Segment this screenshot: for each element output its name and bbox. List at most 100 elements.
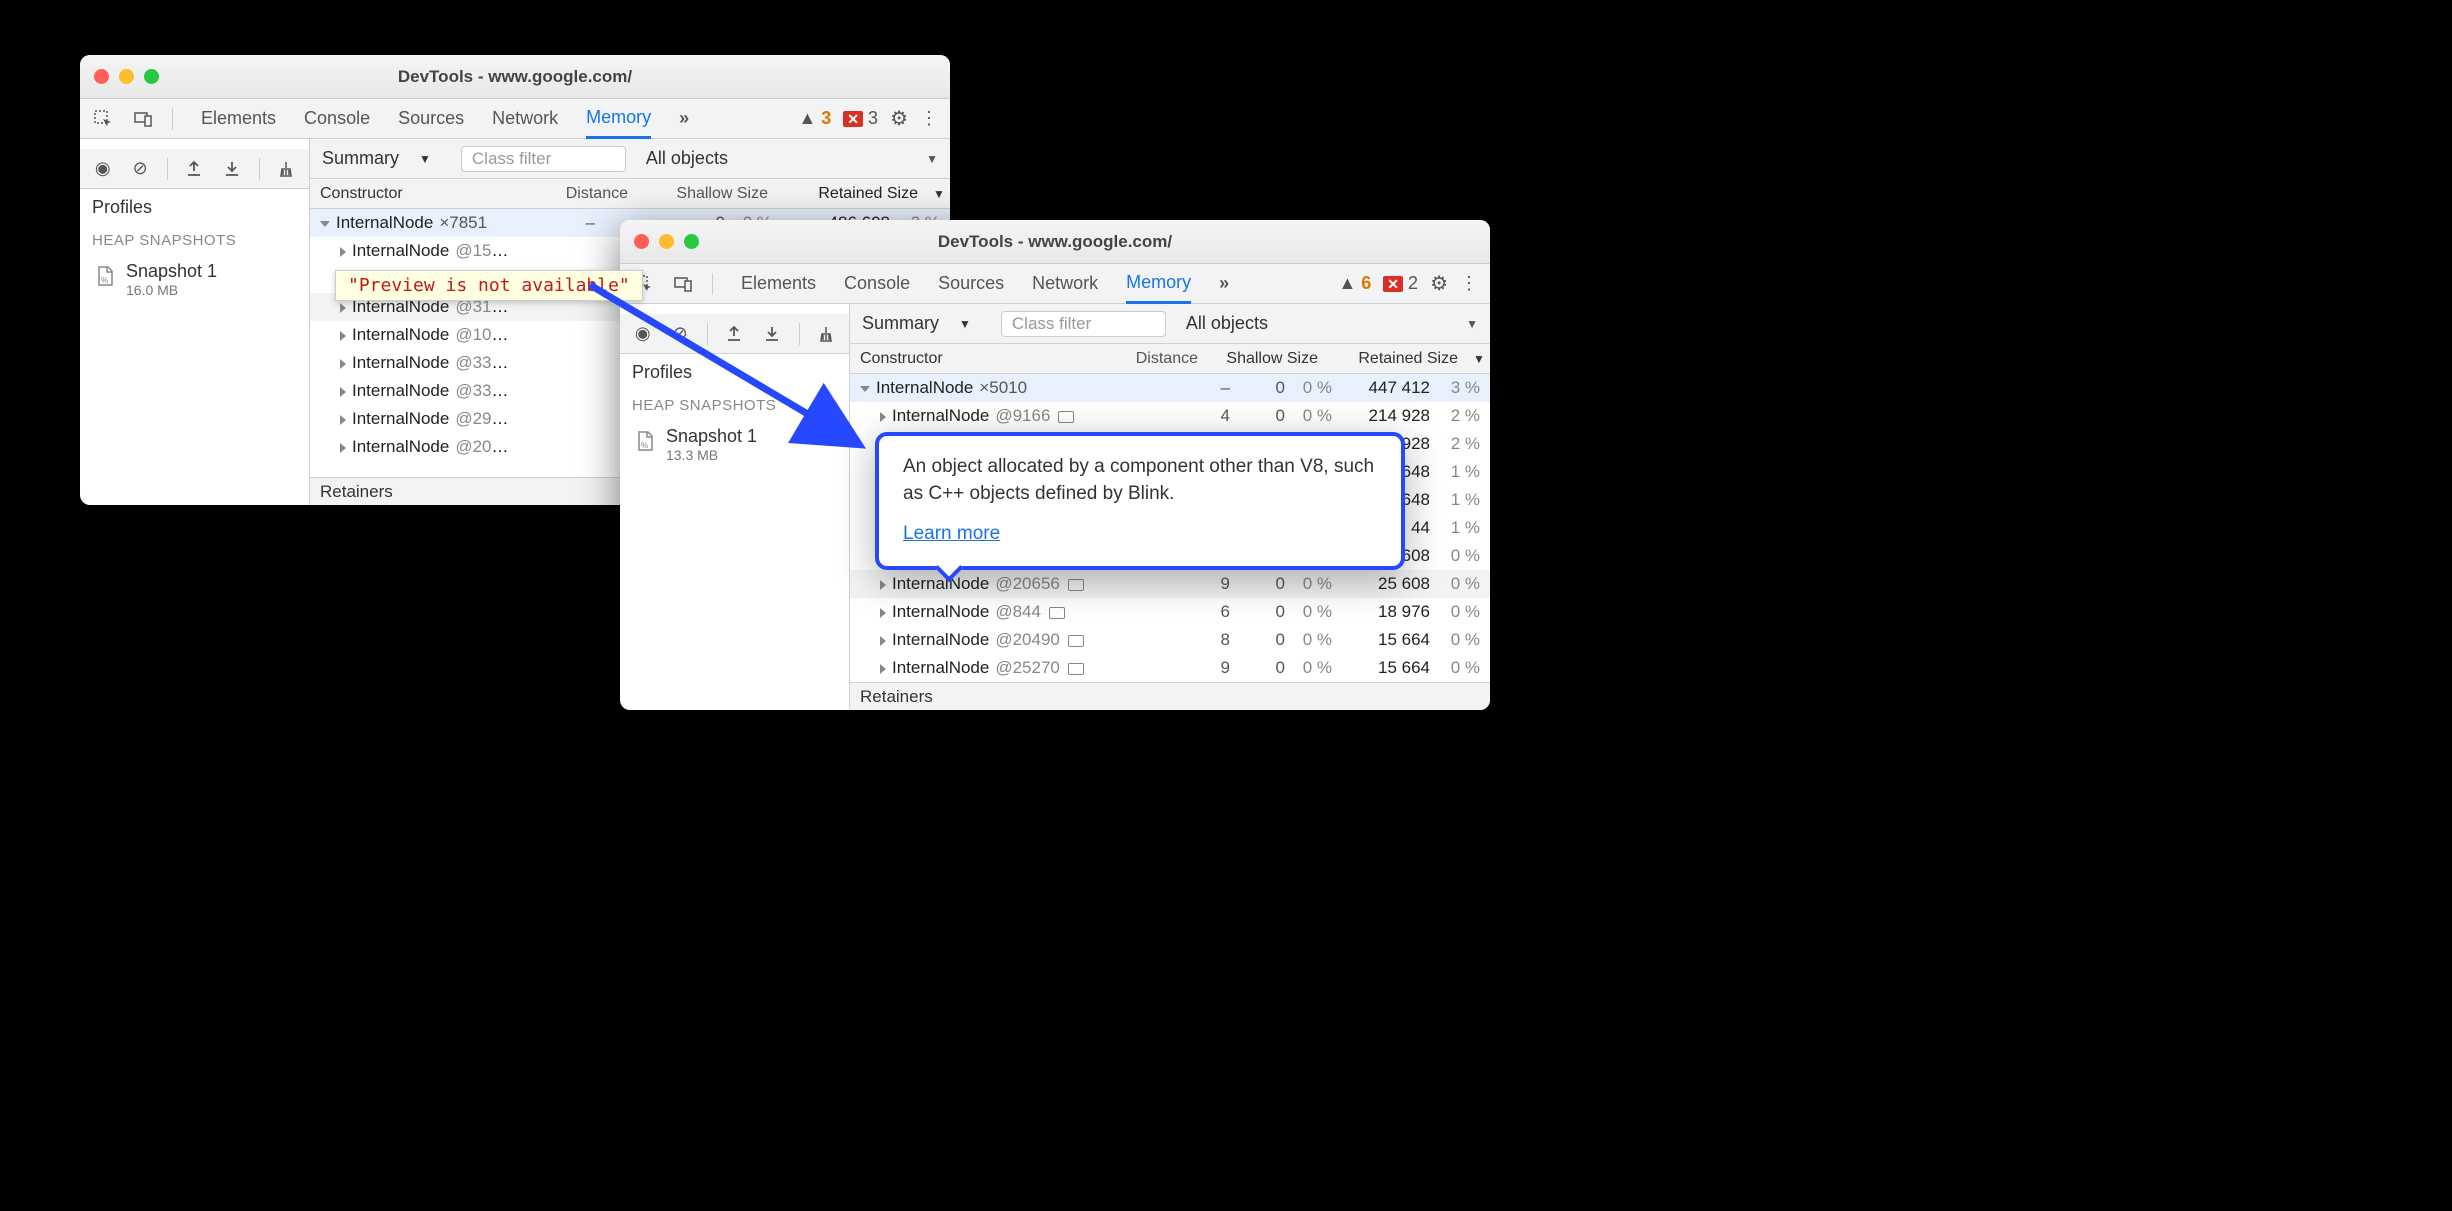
sort-icon[interactable]: ▼ [1468, 352, 1490, 366]
download-icon[interactable] [761, 323, 782, 345]
table-row[interactable]: InternalNode@844600 %18 9760 % [850, 598, 1490, 626]
warning-badge[interactable]: ▲ 6 [1338, 273, 1371, 294]
class-filter-input[interactable]: Class filter [461, 146, 626, 172]
svg-text:%: % [101, 276, 108, 285]
tooltip-text: An object allocated by a component other… [903, 454, 1377, 507]
download-icon[interactable] [221, 158, 242, 180]
expand-caret-icon[interactable] [880, 636, 886, 646]
tab-memory[interactable]: Memory [1126, 264, 1191, 304]
objects-filter-select[interactable]: All objects [646, 148, 738, 169]
traffic-lights[interactable] [94, 69, 159, 84]
error-badge[interactable]: ✕ 3 [843, 108, 878, 129]
expand-caret-icon[interactable] [340, 331, 346, 341]
snapshot-item[interactable]: % Snapshot 1 13.3 MB [620, 420, 849, 469]
clear-icon[interactable]: ⊘ [129, 158, 150, 180]
sort-icon[interactable]: ▼ [928, 187, 950, 201]
settings-icon[interactable]: ⚙ [890, 106, 908, 131]
minimize-icon[interactable] [119, 69, 134, 84]
snapshot-info: Snapshot 1 16.0 MB [126, 261, 217, 298]
more-tabs-icon[interactable]: » [679, 108, 689, 129]
maximize-icon[interactable] [684, 234, 699, 249]
expand-caret-icon[interactable] [340, 247, 346, 257]
sweep-icon[interactable] [276, 158, 297, 180]
tab-sources[interactable]: Sources [398, 100, 464, 137]
object-icon [1049, 607, 1065, 619]
expand-caret-icon[interactable] [880, 664, 886, 674]
col-retained[interactable]: Retained Size [1328, 350, 1468, 368]
titlebar[interactable]: DevTools - www.google.com/ [80, 55, 950, 99]
expand-caret-icon[interactable] [340, 359, 346, 369]
expand-caret-icon[interactable] [880, 608, 886, 618]
tab-elements[interactable]: Elements [201, 100, 276, 137]
device-icon[interactable] [132, 108, 154, 130]
more-tabs-icon[interactable]: » [1219, 273, 1229, 294]
profiles-sidebar: ◉ ⊘ Profiles HEAP SNAPSHOTS % [80, 139, 310, 505]
record-icon[interactable]: ◉ [92, 158, 113, 180]
expand-caret-icon[interactable] [340, 303, 346, 313]
perspective-select[interactable]: Summary ▼ [322, 148, 441, 169]
perspective-select[interactable]: Summary ▼ [862, 313, 981, 334]
panel-tabs: Elements Console Sources Network Memory … [741, 264, 1320, 304]
dropdown-caret-icon[interactable]: ▼ [1466, 317, 1478, 331]
dropdown-caret-icon[interactable]: ▼ [926, 152, 938, 166]
snapshot-controls: Summary ▼ Class filter All objects ▼ [850, 304, 1490, 344]
expand-caret-icon[interactable] [880, 412, 886, 422]
traffic-lights[interactable] [634, 234, 699, 249]
tab-elements[interactable]: Elements [741, 265, 816, 302]
col-distance[interactable]: Distance [1118, 350, 1208, 368]
titlebar[interactable]: DevTools - www.google.com/ [620, 220, 1490, 264]
inspect-icon[interactable] [92, 108, 114, 130]
divider [799, 323, 800, 345]
col-constructor[interactable]: Constructor [310, 185, 538, 203]
snapshot-item[interactable]: % Snapshot 1 16.0 MB [80, 255, 309, 304]
maximize-icon[interactable] [144, 69, 159, 84]
tab-console[interactable]: Console [844, 265, 910, 302]
class-filter-input[interactable]: Class filter [1001, 311, 1166, 337]
error-badge[interactable]: ✕ 2 [1383, 273, 1418, 294]
tab-console[interactable]: Console [304, 100, 370, 137]
expand-caret-icon[interactable] [860, 386, 870, 392]
kebab-icon[interactable]: ⋮ [1460, 273, 1478, 294]
record-icon[interactable]: ◉ [632, 323, 653, 345]
tab-network[interactable]: Network [492, 100, 558, 137]
clear-icon[interactable]: ⊘ [669, 323, 690, 345]
tab-sources[interactable]: Sources [938, 265, 1004, 302]
expand-caret-icon[interactable] [340, 443, 346, 453]
minimize-icon[interactable] [659, 234, 674, 249]
expand-caret-icon[interactable] [320, 221, 330, 227]
col-retained[interactable]: Retained Size [778, 185, 928, 203]
toolbar-right: ▲ 6 ✕ 2 ⚙ ⋮ [1338, 271, 1478, 296]
col-shallow[interactable]: Shallow Size [638, 185, 778, 203]
preview-tooltip-new: An object allocated by a component other… [875, 432, 1405, 570]
objects-filter-select[interactable]: All objects [1186, 313, 1278, 334]
col-constructor[interactable]: Constructor [850, 350, 1118, 368]
kebab-icon[interactable]: ⋮ [920, 108, 938, 129]
upload-icon[interactable] [184, 158, 205, 180]
constructor-row-parent[interactable]: InternalNode×5010 – 0 0 % 447 412 3 % [850, 374, 1490, 402]
learn-more-link[interactable]: Learn more [903, 523, 1000, 544]
sweep-icon[interactable] [816, 323, 837, 345]
table-row[interactable]: InternalNode@9166400 %214 9282 % [850, 402, 1490, 430]
expand-caret-icon[interactable] [880, 580, 886, 590]
table-row[interactable]: InternalNode@20490800 %15 6640 % [850, 626, 1490, 654]
svg-text:%: % [641, 441, 648, 450]
expand-caret-icon[interactable] [340, 387, 346, 397]
close-icon[interactable] [634, 234, 649, 249]
device-icon[interactable] [672, 273, 694, 295]
tab-memory[interactable]: Memory [586, 99, 651, 139]
object-icon [1068, 579, 1084, 591]
settings-icon[interactable]: ⚙ [1430, 271, 1448, 296]
retainers-pane[interactable]: Retainers [850, 682, 1490, 710]
warning-badge[interactable]: ▲ 3 [798, 108, 831, 129]
close-icon[interactable] [94, 69, 109, 84]
col-distance[interactable]: Distance [538, 185, 638, 203]
snapshot-label: Snapshot 1 [666, 426, 757, 447]
tab-network[interactable]: Network [1032, 265, 1098, 302]
expand-caret-icon[interactable] [340, 415, 346, 425]
col-shallow[interactable]: Shallow Size [1208, 350, 1328, 368]
preview-tooltip-old: "Preview is not available" [335, 270, 643, 301]
profiles-heading: Profiles [80, 189, 309, 226]
table-row[interactable]: InternalNode@25270900 %15 6640 % [850, 654, 1490, 682]
devtools-tabs-bar: Elements Console Sources Network Memory … [620, 264, 1490, 304]
upload-icon[interactable] [724, 323, 745, 345]
